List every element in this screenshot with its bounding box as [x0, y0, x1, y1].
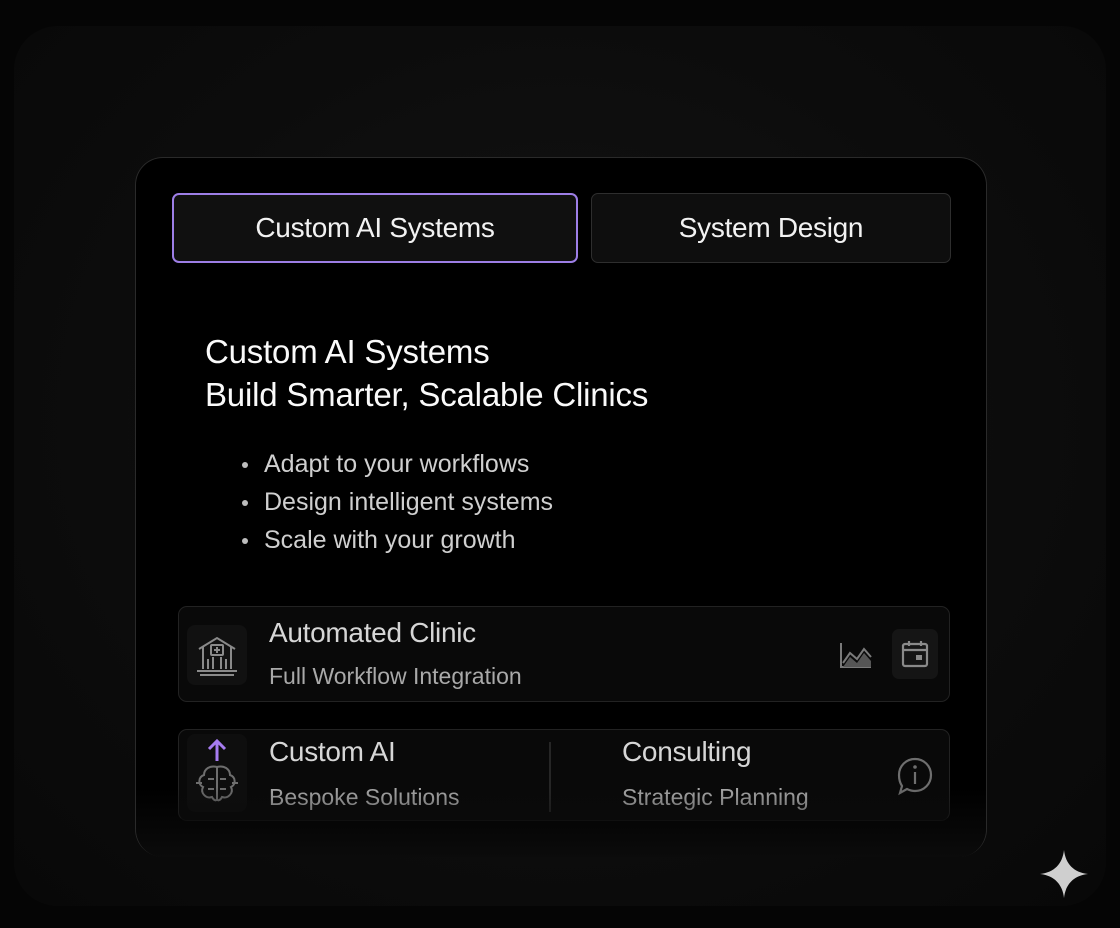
automated-clinic-subtitle: Full Workflow Integration	[269, 663, 522, 689]
automated-clinic-row[interactable]: Automated Clinic Full Workflow Integrati…	[178, 606, 950, 702]
section-headline: Custom AI Systems Build Smarter, Scalabl…	[205, 330, 648, 416]
row-divider	[549, 742, 551, 812]
bullet-item: Scale with your growth	[242, 521, 553, 559]
automated-clinic-title: Automated Clinic	[269, 617, 476, 648]
sparkle-icon	[1040, 850, 1088, 898]
chart-icon[interactable]	[837, 639, 875, 671]
tab-system-design[interactable]: System Design	[591, 193, 951, 263]
tab-custom-ai-systems[interactable]: Custom AI Systems	[172, 193, 578, 263]
brain-upgrade-icon[interactable]	[187, 734, 247, 812]
feature-bullets: Adapt to your workflows Design intellige…	[242, 445, 553, 559]
services-card: Custom AI Systems System Design Custom A…	[135, 157, 987, 857]
consulting-title: Consulting	[622, 736, 752, 767]
headline-subtitle: Build Smarter, Scalable Clinics	[205, 376, 649, 413]
custom-ai-subtitle: Bespoke Solutions	[269, 784, 460, 810]
services-row: Custom AI Bespoke Solutions Consulting S…	[178, 729, 950, 821]
clinic-building-icon	[187, 625, 247, 685]
bullet-item: Design intelligent systems	[242, 483, 553, 521]
consulting-subtitle: Strategic Planning	[622, 784, 809, 810]
bullet-item: Adapt to your workflows	[242, 445, 553, 483]
info-chat-icon[interactable]	[893, 754, 937, 798]
custom-ai-title: Custom AI	[269, 736, 396, 767]
headline-title: Custom AI Systems	[205, 333, 490, 370]
calendar-icon[interactable]	[892, 629, 938, 679]
